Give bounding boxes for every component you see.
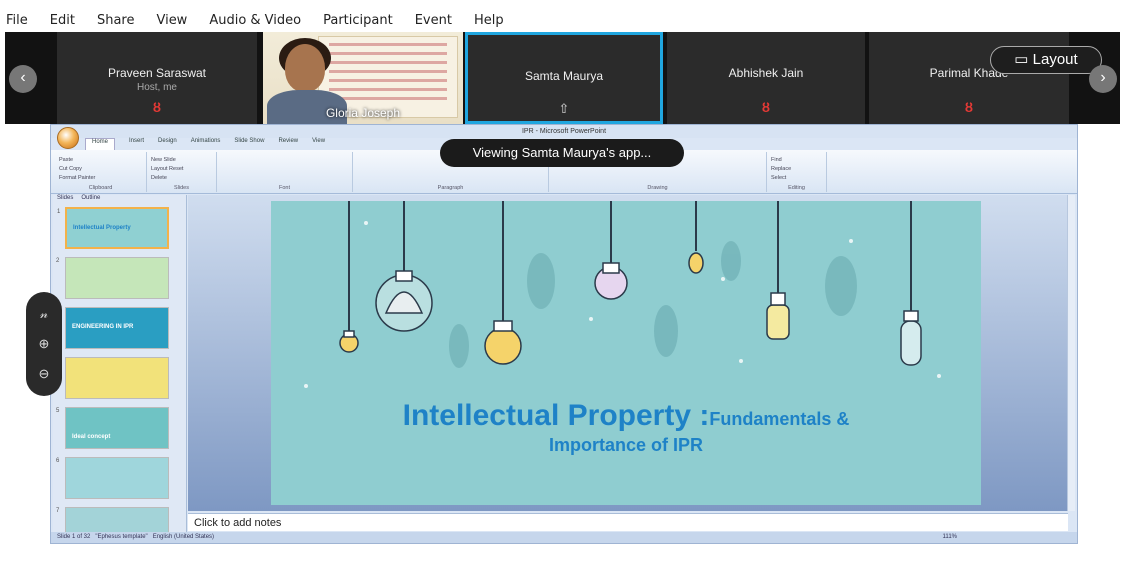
- menu-edit[interactable]: Edit: [50, 13, 75, 28]
- office-button[interactable]: [57, 127, 79, 149]
- editing-group: Find Replace Select Editing: [767, 152, 827, 192]
- group-label: Editing: [788, 185, 805, 191]
- mic-muted-icon: ȣ: [152, 100, 162, 115]
- tab-review[interactable]: Review: [278, 138, 298, 150]
- slide-thumbnail[interactable]: 3 ENGINEERING IN IPR: [56, 307, 169, 349]
- menu-event[interactable]: Event: [415, 13, 452, 28]
- next-participants-button[interactable]: ›: [1089, 65, 1117, 93]
- reset-button[interactable]: Reset: [169, 166, 183, 172]
- participant-tile-praveen[interactable]: Praveen Saraswat Host, me ȣ: [57, 32, 257, 124]
- group-label: Drawing: [647, 185, 668, 191]
- slide-thumbnail[interactable]: 1 Intellectual Property: [57, 207, 169, 249]
- menu-bar: File Edit Share View Audio & Video Parti…: [0, 8, 1125, 32]
- status-bar: Slide 1 of 32 "Ephesus template" English…: [51, 532, 1077, 543]
- menu-audio-video[interactable]: Audio & Video: [209, 13, 301, 28]
- select-button[interactable]: Select: [771, 175, 786, 181]
- tab-design[interactable]: Design: [158, 138, 177, 150]
- bulb-6: [766, 292, 790, 340]
- ribbon-tabs: Home Insert Design Animations Slide Show…: [85, 138, 325, 150]
- menu-view[interactable]: View: [156, 13, 187, 28]
- find-button[interactable]: Find: [771, 157, 782, 163]
- tab-outline[interactable]: Outline: [81, 195, 100, 205]
- layout-menu[interactable]: Layout: [151, 166, 168, 172]
- chevron-right-icon: ›: [1100, 69, 1106, 86]
- tab-insert[interactable]: Insert: [129, 138, 144, 150]
- meeting-window: File Edit Share View Audio & Video Parti…: [0, 0, 1125, 562]
- slides-group: New Slide Layout Reset Delete Slides: [147, 152, 217, 192]
- layout-icon: ▭: [1014, 51, 1029, 68]
- slides-pane: Slides Outline 1 Intellectual Property 2…: [53, 195, 187, 535]
- group-label: Paragraph: [437, 185, 464, 191]
- slide-subtitle: Importance of IPR: [548, 435, 704, 455]
- zoom-level[interactable]: 111%: [943, 532, 957, 543]
- notes-pane[interactable]: Click to add notes: [188, 513, 1068, 531]
- viewing-banner: Viewing Samta Maurya's app...: [440, 139, 684, 167]
- bulb-5: [688, 252, 704, 274]
- slide-title: Intellectual Property :Fundamentals &: [402, 399, 850, 432]
- layout-button[interactable]: ▭ Layout: [990, 46, 1102, 74]
- delete-button[interactable]: Delete: [151, 175, 167, 181]
- slide-editor: Intellectual Property :Fundamentals & Im…: [188, 195, 1068, 511]
- replace-button[interactable]: Replace: [771, 166, 791, 172]
- participant-tile-samta[interactable]: Samta Maurya ⇧: [465, 32, 663, 124]
- powerpoint-window: IPR - Microsoft PowerPoint Home Insert D…: [50, 124, 1078, 544]
- chevron-left-icon: ‹: [20, 69, 26, 86]
- tab-slide-show[interactable]: Slide Show: [234, 138, 264, 150]
- slide-thumbnail[interactable]: 6: [56, 457, 169, 499]
- copy-button[interactable]: Copy: [69, 166, 82, 172]
- annotate-icon[interactable]: 𝓃: [26, 306, 62, 322]
- theme-name: "Ephesus template": [95, 534, 148, 540]
- language: English (United States): [152, 534, 215, 540]
- menu-file[interactable]: File: [6, 13, 28, 28]
- format-painter-button[interactable]: Format Painter: [59, 175, 95, 181]
- vertical-scrollbar[interactable]: [1067, 195, 1075, 511]
- participant-tile-abhishek[interactable]: Abhishek Jain ȣ: [667, 32, 865, 124]
- participant-tile-gloria[interactable]: Gloria Joseph: [263, 32, 463, 124]
- tab-view[interactable]: View: [312, 138, 325, 150]
- new-slide-button[interactable]: New Slide: [151, 157, 176, 163]
- participant-role: Host, me: [136, 82, 177, 93]
- tab-slides[interactable]: Slides: [57, 195, 73, 205]
- lightbulbs-illustration: [304, 201, 941, 388]
- cut-button[interactable]: Cut: [59, 166, 68, 172]
- slide-counter: Slide 1 of 32: [57, 534, 91, 540]
- bulb-3: [484, 320, 522, 365]
- group-label: Clipboard: [88, 185, 113, 191]
- slide-thumbnail[interactable]: 5 Ideal concept: [56, 407, 169, 449]
- bulb-2: [339, 330, 359, 353]
- participant-name: Gloria Joseph: [325, 106, 401, 120]
- window-title: IPR - Microsoft PowerPoint: [51, 125, 1077, 138]
- slide-thumbnail[interactable]: 7: [56, 507, 169, 533]
- participant-strip: ‹ Praveen Saraswat Host, me ȣ Gloria Jos…: [5, 32, 1120, 124]
- menu-help[interactable]: Help: [474, 13, 504, 28]
- annotation-toolbar: 𝓃 ⊕ ⊖: [26, 292, 62, 396]
- paste-button[interactable]: Paste: [59, 157, 73, 163]
- slide-thumbnail[interactable]: 4: [56, 357, 169, 399]
- zoom-in-icon[interactable]: ⊕: [26, 336, 62, 352]
- tab-home[interactable]: Home: [85, 138, 116, 150]
- bulb-4: [594, 262, 628, 300]
- mic-muted-icon: ȣ: [761, 100, 771, 115]
- group-label: Font: [278, 185, 290, 191]
- bulb-1: [375, 270, 433, 332]
- bulb-7: [900, 310, 922, 366]
- mic-muted-icon: ȣ: [964, 100, 974, 115]
- tab-animations[interactable]: Animations: [191, 138, 221, 150]
- layout-label: Layout: [1032, 51, 1078, 68]
- group-label: Slides: [174, 185, 189, 191]
- participant-name: Samta Maurya: [524, 69, 604, 83]
- slide-canvas[interactable]: Intellectual Property :Fundamentals & Im…: [271, 201, 981, 505]
- participant-name: Praveen Saraswat: [107, 66, 207, 80]
- zoom-out-icon[interactable]: ⊖: [26, 366, 62, 382]
- menu-participant[interactable]: Participant: [323, 13, 393, 28]
- screen-share-icon: ⇧: [558, 101, 570, 116]
- clipboard-group: Paste Cut Copy Format Painter Clipboard: [55, 152, 147, 192]
- slide-thumbnail[interactable]: 2: [56, 257, 169, 299]
- prev-participants-button[interactable]: ‹: [9, 65, 37, 93]
- video-face: [285, 44, 325, 92]
- participant-name: Abhishek Jain: [728, 66, 804, 80]
- menu-share[interactable]: Share: [97, 13, 135, 28]
- font-group: Font: [217, 152, 353, 192]
